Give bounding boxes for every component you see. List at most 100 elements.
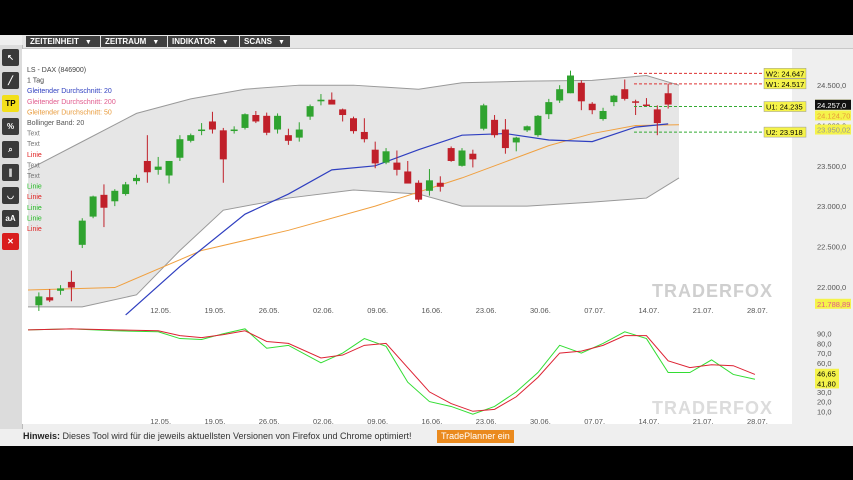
legend-entry: Linie: [27, 184, 42, 191]
cursor-tool-icon[interactable]: ↖: [2, 49, 19, 66]
curve-tool-icon[interactable]: ◡: [2, 187, 19, 204]
price-tag-label: 24.124,70: [817, 111, 850, 120]
oscillator-axis-tick: 80,0: [817, 339, 832, 348]
date-axis-tick: 12.05.: [150, 306, 171, 315]
zoom-tool-icon[interactable]: ⌕: [2, 141, 19, 158]
tradeplanner-button[interactable]: TradePlanner ein: [437, 430, 514, 443]
oscillator-value-tag: 41,80: [815, 378, 839, 389]
legend-entry: Linie: [27, 194, 42, 201]
candle-body: [632, 101, 640, 103]
candle: [350, 116, 357, 134]
candle-body: [415, 182, 423, 200]
oscillator-date-tick: 28.07.: [747, 417, 768, 426]
candle-body: [230, 129, 238, 132]
candle-body: [664, 93, 672, 105]
percent-tool-icon[interactable]: %: [2, 118, 19, 135]
legend-entry: LS - DAX (846900): [27, 67, 86, 74]
candle-body: [67, 281, 75, 288]
candle-body: [263, 115, 271, 133]
tp-tool-icon[interactable]: TP: [2, 95, 19, 112]
price-axis-tick: 23.500,0: [817, 162, 846, 171]
legend-entry: Gleitender Durchschnitt: 50: [27, 109, 112, 116]
candle-body: [469, 153, 477, 160]
level-tag-label: W1: 24.517: [766, 80, 804, 89]
candle-body: [588, 103, 596, 111]
candle-body: [523, 126, 531, 131]
date-axis-tick: 21.07.: [693, 306, 714, 315]
parallel-lines-tool-icon[interactable]: ∥: [2, 164, 19, 181]
oscillator-date-tick: 21.07.: [693, 417, 714, 426]
date-axis-tick: 14.07.: [638, 306, 659, 315]
candle-body: [133, 177, 140, 182]
candle-body: [154, 166, 162, 170]
oscillator-date-tick: 16.06.: [421, 417, 442, 426]
date-axis-tick: 30.06.: [530, 306, 551, 315]
candle-body: [252, 115, 260, 122]
legend-entry: Text: [27, 131, 40, 138]
zeiteinheit-label: ZEITEINHEIT: [30, 37, 79, 46]
candle-body: [599, 110, 607, 120]
price-axis-tick: 23.000,0: [817, 202, 846, 211]
zeitraum-dropdown[interactable]: ZEITRAUM ▼: [101, 36, 167, 47]
candle-body: [567, 75, 574, 94]
text-tool-icon[interactable]: aA: [2, 210, 19, 227]
candle-body: [480, 105, 488, 129]
price-tag: 24.124,70: [815, 110, 851, 121]
indikator-dropdown[interactable]: INDIKATOR ▼: [168, 36, 239, 47]
chevron-down-icon: ▼: [221, 39, 229, 46]
candle-body: [187, 135, 195, 141]
candle-body: [198, 129, 206, 132]
oscillator-date-tick: 02.06.: [313, 417, 334, 426]
candle: [263, 112, 271, 136]
candle-body: [89, 196, 97, 217]
chart-application: ZEITEINHEIT ▼ ZEITRAUM ▼ INDIKATOR ▼ SCANS ▼…: [0, 35, 853, 446]
delete-tool-icon[interactable]: ✕: [2, 233, 19, 250]
legend-entry: 1 Tag: [27, 78, 44, 85]
candle-body: [219, 130, 227, 160]
oscillator-axis-tick: 90,0: [817, 330, 832, 339]
level-tag-label: W2: 24.647: [766, 69, 804, 78]
candle-body: [371, 149, 379, 164]
oscillator-date-tick: 19.05.: [204, 417, 225, 426]
candle-body: [317, 99, 325, 102]
zeiteinheit-dropdown[interactable]: ZEITEINHEIT ▼: [26, 36, 100, 47]
candle: [447, 146, 455, 162]
oscillator-axis-tick: 60,0: [817, 359, 832, 368]
candle-body: [534, 115, 542, 136]
candle-body: [78, 220, 86, 245]
oscillator-value-tag: 46,65: [815, 368, 839, 379]
date-axis-tick: 23.06.: [476, 306, 497, 315]
level-tag-label: U2: 23.918: [766, 128, 803, 137]
scans-dropdown[interactable]: SCANS ▼: [240, 36, 290, 47]
oscillator-axis-tick: 30,0: [817, 388, 832, 397]
price-axis-tick: 22.000,0: [817, 283, 846, 292]
legend-entry: Linie: [27, 215, 42, 222]
candle: [458, 148, 466, 167]
candle-body: [447, 148, 455, 161]
price-tag-label: 24.257,0: [817, 101, 846, 110]
price-tag-label: 21.788,89: [817, 300, 850, 309]
legend-entry: Text: [27, 173, 40, 180]
legend-entry: Bollinger Band: 20: [27, 120, 84, 127]
candle-body: [382, 151, 390, 163]
candle-body: [143, 160, 151, 173]
oscillator-date-tick: 14.07.: [638, 417, 659, 426]
oscillator-date-tick: 09.06.: [367, 417, 388, 426]
line-tool-icon[interactable]: ╱: [2, 72, 19, 89]
top-toolbar: ZEITEINHEIT ▼ ZEITRAUM ▼ INDIKATOR ▼ SCANS ▼: [22, 35, 853, 49]
candle: [534, 115, 542, 137]
price-tag: 23.950,02: [815, 124, 851, 135]
oscillator-axis-tick: 10,0: [817, 407, 832, 416]
candle-body: [360, 131, 368, 140]
candle: [415, 180, 423, 203]
candle-body: [458, 150, 466, 166]
candle-body: [577, 82, 585, 102]
candle-body: [274, 115, 282, 130]
legend-entry: Gleitender Durchschnitt: 200: [27, 99, 116, 106]
price-axis-tick: 24.500,0: [817, 81, 846, 90]
candle: [78, 218, 86, 249]
candle-body: [339, 109, 347, 116]
candle-body: [241, 114, 249, 128]
chart-area[interactable]: W2: 24.647 W1: 24.517 U1: 24.235 U2: 23.918…: [22, 49, 853, 429]
candle: [480, 103, 488, 131]
